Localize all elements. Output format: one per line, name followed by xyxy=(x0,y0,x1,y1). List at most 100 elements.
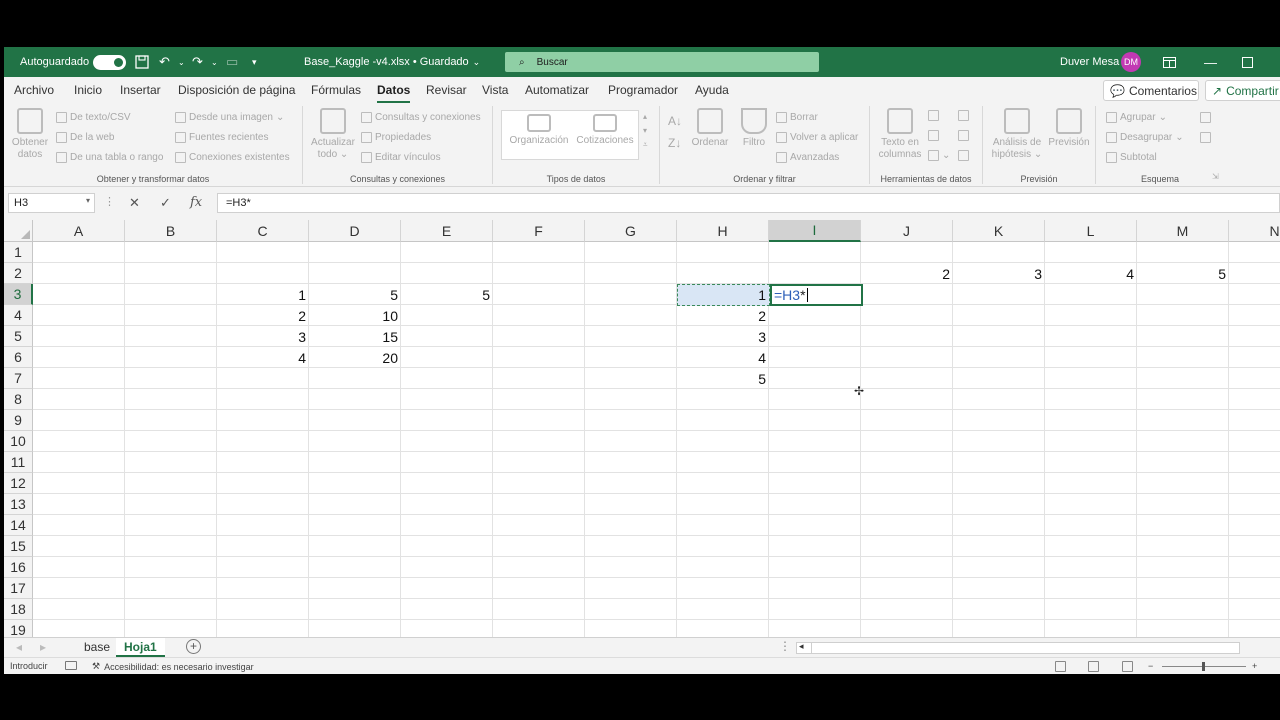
tab-vista[interactable]: Vista xyxy=(482,83,508,97)
tab-revisar[interactable]: Revisar xyxy=(426,83,467,97)
save-icon[interactable] xyxy=(135,47,149,77)
gallery-up-icon[interactable]: ▴ xyxy=(643,112,647,121)
cell-j2[interactable]: 2 xyxy=(861,263,953,284)
zoom-out-icon[interactable]: − xyxy=(1148,661,1153,671)
add-sheet-icon[interactable]: + xyxy=(186,639,201,654)
row-header-12[interactable]: 12 xyxy=(4,473,33,494)
select-all-button[interactable] xyxy=(4,220,33,242)
from-image-button[interactable]: Desde una imagen ⌄ xyxy=(175,112,284,123)
cancel-icon[interactable]: ✕ xyxy=(129,195,140,211)
hide-detail-icon[interactable] xyxy=(1200,132,1211,143)
minimize-icon[interactable]: — xyxy=(1204,47,1217,77)
next-sheet-icon[interactable]: ▸ xyxy=(40,640,46,654)
more-options-icon[interactable]: ⋮ xyxy=(104,195,115,208)
row-header-9[interactable]: 9 xyxy=(4,410,33,431)
tab-archivo[interactable]: Archivo xyxy=(14,83,54,97)
split-handle-icon[interactable]: ⋮ xyxy=(779,639,791,653)
row-header-10[interactable]: 10 xyxy=(4,431,33,452)
relationships-icon[interactable] xyxy=(958,130,969,141)
forecast-sheet-button[interactable]: Previsión xyxy=(1047,108,1091,149)
column-header-e[interactable]: E xyxy=(401,220,493,242)
column-header-l[interactable]: L xyxy=(1045,220,1137,242)
flash-fill-icon[interactable] xyxy=(928,110,939,121)
cell-e3[interactable]: 5 xyxy=(401,284,493,305)
horizontal-scrollbar[interactable]: ◂ xyxy=(796,641,1240,654)
ungroup-button[interactable]: Desagrupar ⌄ xyxy=(1106,132,1184,143)
gallery-more-icon[interactable]: ⩡ xyxy=(643,140,648,150)
share-button[interactable]: ↗ Compartir xyxy=(1205,80,1280,101)
row-header-17[interactable]: 17 xyxy=(4,578,33,599)
form-icon[interactable]: ▭ xyxy=(226,47,238,77)
advanced-button[interactable]: Avanzadas xyxy=(776,152,839,163)
cell-h7[interactable]: 5 xyxy=(677,368,769,389)
get-data-button[interactable]: Obtener datos xyxy=(10,108,50,161)
text-to-columns-button[interactable]: Texto en columnas xyxy=(876,108,924,161)
row-header-15[interactable]: 15 xyxy=(4,536,33,557)
row-header-4[interactable]: 4 xyxy=(4,305,33,326)
cell-d4[interactable]: 10 xyxy=(309,305,401,326)
row-header-13[interactable]: 13 xyxy=(4,494,33,515)
column-header-n[interactable]: N xyxy=(1229,220,1280,242)
sort-desc-icon[interactable]: Z↓ xyxy=(668,136,681,150)
dialog-launcher-icon[interactable]: ⇲ xyxy=(1212,172,1219,181)
row-header-5[interactable]: 5 xyxy=(4,326,33,347)
cell-m2[interactable]: 5 xyxy=(1137,263,1229,284)
formula-input[interactable]: =H3* xyxy=(217,193,1280,213)
consolidate-icon[interactable] xyxy=(958,110,969,121)
sheet-tab-hoja1[interactable]: Hoja1 xyxy=(116,638,165,657)
undo-icon[interactable]: ↶ xyxy=(159,47,170,77)
what-if-button[interactable]: Análisis de hipótesis ⌄ xyxy=(989,108,1045,161)
column-header-g[interactable]: G xyxy=(585,220,677,242)
row-header-2[interactable]: 2 xyxy=(4,263,33,284)
column-header-a[interactable]: A xyxy=(33,220,125,242)
row-header-16[interactable]: 16 xyxy=(4,557,33,578)
row-header-6[interactable]: 6 xyxy=(4,347,33,368)
reapply-button[interactable]: Volver a aplicar xyxy=(776,132,858,143)
cell-d6[interactable]: 20 xyxy=(309,347,401,368)
scroll-left-icon[interactable]: ◂ xyxy=(799,641,804,652)
row-header-11[interactable]: 11 xyxy=(4,452,33,473)
row-header-19[interactable]: 19 xyxy=(4,620,33,637)
filter-button[interactable]: Filtro xyxy=(736,108,772,149)
sheet-tab-base[interactable]: base xyxy=(76,638,118,657)
normal-view-icon[interactable] xyxy=(1055,661,1066,672)
column-header-j[interactable]: J xyxy=(861,220,953,242)
cell-c5[interactable]: 3 xyxy=(217,326,309,347)
gallery-down-icon[interactable]: ▾ xyxy=(643,126,647,135)
from-text-csv-button[interactable]: De texto/CSV xyxy=(56,112,131,123)
macro-record-icon[interactable] xyxy=(65,661,77,670)
ribbon-display-icon[interactable] xyxy=(1163,47,1176,77)
cell-h3[interactable]: 1 xyxy=(677,284,769,305)
autosave-toggle[interactable] xyxy=(93,47,126,77)
column-header-i[interactable]: I xyxy=(769,220,861,242)
show-detail-icon[interactable] xyxy=(1200,112,1211,123)
tab-ayuda[interactable]: Ayuda xyxy=(695,83,729,97)
column-header-k[interactable]: K xyxy=(953,220,1045,242)
cell-h6[interactable]: 4 xyxy=(677,347,769,368)
edit-links-button[interactable]: Editar vínculos xyxy=(361,152,441,163)
cell-l2[interactable]: 4 xyxy=(1045,263,1137,284)
remove-duplicates-icon[interactable] xyxy=(928,130,939,141)
column-header-d[interactable]: D xyxy=(309,220,401,242)
redo-icon[interactable]: ↷ xyxy=(192,47,203,77)
properties-button[interactable]: Propiedades xyxy=(361,132,431,143)
file-name[interactable]: Base_Kaggle -v4.xlsx • Guardado ⌄ xyxy=(304,47,480,77)
insert-function-icon[interactable]: fx xyxy=(190,195,202,210)
column-header-m[interactable]: M xyxy=(1137,220,1229,242)
zoom-slider-thumb[interactable] xyxy=(1202,662,1205,671)
column-header-c[interactable]: C xyxy=(217,220,309,242)
tab-programador[interactable]: Programador xyxy=(608,83,678,97)
row-header-3[interactable]: 3 xyxy=(4,284,33,305)
comments-button[interactable]: 💬 Comentarios xyxy=(1103,80,1199,101)
active-cell-editor[interactable]: =H3 * xyxy=(770,284,863,306)
avatar[interactable]: DM xyxy=(1121,47,1141,77)
search-box[interactable]: ⌕ Buscar xyxy=(505,52,819,72)
tab-automatizar[interactable]: Automatizar xyxy=(525,83,589,97)
row-header-18[interactable]: 18 xyxy=(4,599,33,620)
tab-formulas[interactable]: Fórmulas xyxy=(311,83,361,97)
chevron-down-icon[interactable]: ▾ xyxy=(86,196,90,205)
cell-c3[interactable]: 1 xyxy=(217,284,309,305)
column-header-f[interactable]: F xyxy=(493,220,585,242)
cell-c4[interactable]: 2 xyxy=(217,305,309,326)
tab-inicio[interactable]: Inicio xyxy=(74,83,102,97)
